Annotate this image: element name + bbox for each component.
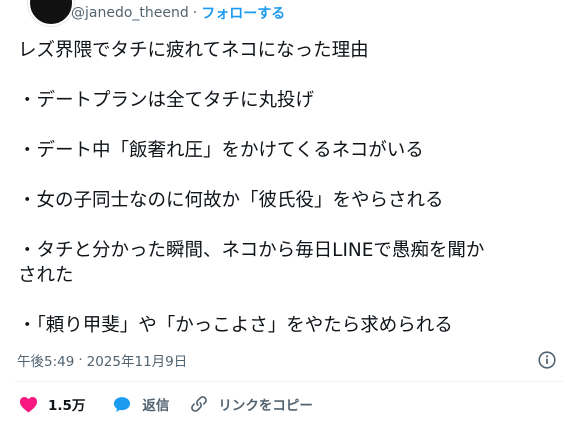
info-icon[interactable]	[537, 350, 557, 370]
author-row: @janedo_theend · フォローする	[71, 3, 285, 23]
action-bar: 1.5万 返信 リンクをコピー	[18, 392, 313, 416]
tweet-line: ・デート中「飯奢れ圧」をかけてくるネコがいる	[18, 140, 424, 161]
tweet-line: ・デートプランは全てタチに丸投げ	[18, 90, 315, 111]
handle-separator: ·	[192, 5, 198, 21]
tweet-line	[18, 163, 563, 188]
tweet-line	[18, 213, 563, 238]
link-icon	[189, 394, 209, 414]
speech-bubble-icon	[111, 394, 133, 415]
avatar[interactable]	[28, 0, 74, 26]
tweet-card: @janedo_theend · フォローする レズ界隈でタチに疲れてネコになっ…	[0, 0, 576, 430]
like-count: 1.5万	[48, 398, 86, 414]
follow-button[interactable]: フォローする	[201, 3, 285, 23]
tweet-line	[18, 113, 563, 138]
reply-label: 返信	[142, 398, 170, 414]
tweet-line	[18, 288, 563, 313]
copy-link-label: リンクをコピー	[218, 398, 313, 414]
reply-button[interactable]: 返信	[111, 394, 169, 415]
tweet-line: ・「頼り甲斐」や「かっこよさ」をやたら求められる	[18, 315, 453, 336]
tweet-text: レズ界隈でタチに疲れてネコになった理由 ・デートプランは全てタチに丸投げ ・デー…	[18, 38, 563, 338]
tweet-line: ・女の子同士なのに何故か「彼氏役」をやらされる	[18, 190, 444, 211]
tweet-time[interactable]: 午後5:49	[17, 350, 74, 370]
tweet-header: @janedo_theend · フォローする	[0, 0, 576, 26]
tweet-line	[18, 63, 563, 88]
author-handle[interactable]: @janedo_theend	[71, 5, 189, 21]
tweet-date[interactable]: 2025年11月9日	[87, 350, 188, 370]
tweet-line: ・タチと分かった瞬間、ネコから毎日LINEで愚痴を聞か	[18, 240, 485, 261]
tweet-meta: 午後5:49 · 2025年11月9日	[17, 350, 557, 370]
tweet-line: レズ界隈でタチに疲れてネコになった理由	[18, 40, 369, 61]
divider	[15, 381, 563, 382]
tweet-line: された	[18, 265, 74, 286]
like-button[interactable]: 1.5万	[18, 394, 85, 415]
copy-link-button[interactable]: リンクをコピー	[189, 394, 313, 414]
meta-separator: ·	[78, 352, 83, 368]
heart-icon	[18, 394, 39, 415]
